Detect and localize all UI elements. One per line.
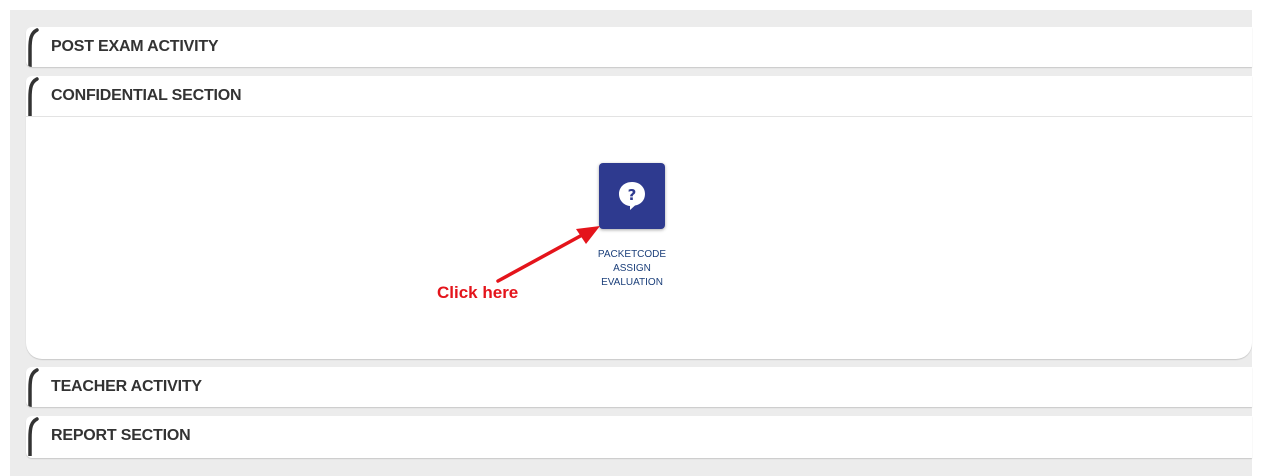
section-report: REPORT SECTION (26, 416, 1252, 458)
section-post-exam-activity: POST EXAM ACTIVITY (26, 27, 1252, 67)
svg-text:?: ? (628, 186, 637, 204)
section-header-report[interactable]: REPORT SECTION (26, 416, 1252, 456)
section-title: REPORT SECTION (51, 427, 191, 444)
tab-curve-icon (28, 28, 39, 67)
packetcode-assign-evaluation-button[interactable]: ? (599, 163, 665, 229)
section-header-confidential[interactable]: CONFIDENTIAL SECTION (26, 76, 1252, 116)
section-teacher-activity: TEACHER ACTIVITY (26, 367, 1252, 407)
section-body-confidential: ? PACKETCODE ASSIGN EVALUATION Click her… (26, 116, 1252, 357)
question-bubble-icon: ? (619, 182, 645, 210)
section-header-teacher-activity[interactable]: TEACHER ACTIVITY (26, 367, 1252, 407)
accordion-container: POST EXAM ACTIVITY CONFIDENTIAL SECTION … (10, 10, 1252, 476)
click-here-annotation: Click here (437, 283, 519, 302)
section-header-post-exam-activity[interactable]: POST EXAM ACTIVITY (26, 27, 1252, 67)
tab-curve-icon (28, 417, 39, 456)
tab-curve-icon (28, 77, 39, 116)
red-arrow-icon (496, 226, 600, 283)
section-confidential: CONFIDENTIAL SECTION ? PACKETCODE ASSIGN… (26, 76, 1252, 359)
section-title: POST EXAM ACTIVITY (51, 38, 219, 55)
section-title: CONFIDENTIAL SECTION (51, 87, 242, 104)
tab-curve-icon (28, 368, 39, 407)
section-title: TEACHER ACTIVITY (51, 378, 202, 395)
